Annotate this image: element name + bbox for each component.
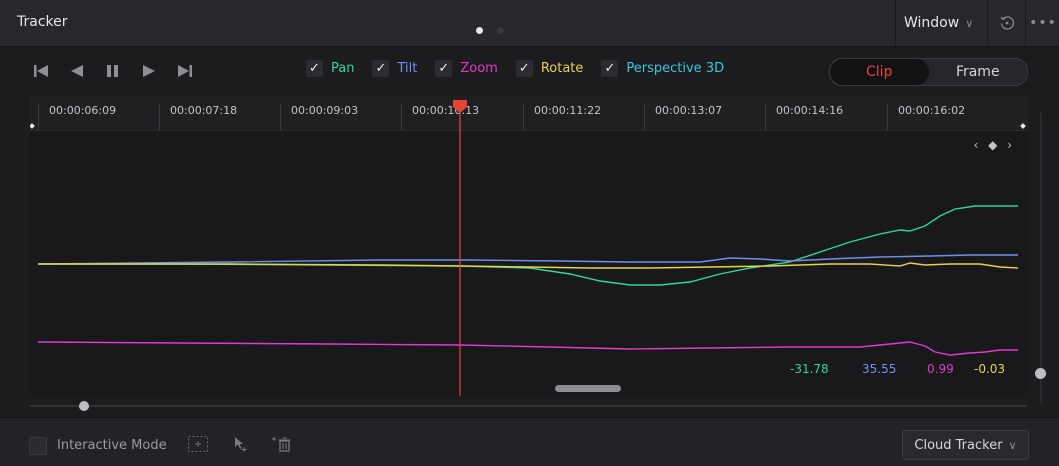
rotate-toggle[interactable]: ✓ Rotate (515, 60, 584, 77)
panel-footer: Interactive Mode Cloud Tracker ∨ (0, 417, 1059, 466)
window-dropdown[interactable]: Window ∨ (895, 0, 987, 46)
pan-curve (38, 205, 1018, 286)
clip-frame-toggle: Clip Frame (829, 58, 1028, 86)
vertical-zoom-track[interactable] (1040, 113, 1042, 403)
zoom-checkbox[interactable]: ✓ (435, 60, 453, 77)
reverse-icon (71, 65, 83, 77)
zoom-toggle[interactable]: ✓ Zoom (435, 60, 498, 77)
skip-to-start-icon (34, 65, 48, 77)
add-point-button[interactable] (228, 432, 252, 456)
rotate-value: -0.03 (974, 362, 1006, 376)
pan-checkbox[interactable]: ✓ (306, 60, 323, 77)
horizontal-zoom-thumb[interactable] (79, 401, 89, 411)
perspective-3d-label: Perspective 3D (626, 61, 725, 76)
more-icon: ••• (1029, 15, 1057, 31)
tracker-panel: Tracker Window ∨ ••• ✓ Pan ✓ Tilt ✓ Zoom… (0, 0, 1059, 466)
horizontal-zoom-track[interactable] (30, 405, 1027, 407)
tilt-curve (37, 254, 1018, 265)
zoom-value: 0.99 (927, 362, 954, 376)
panel-title: Tracker (17, 14, 68, 30)
frame-button[interactable]: Frame (929, 59, 1028, 85)
clip-button[interactable]: Clip (830, 59, 929, 85)
transport-controls (30, 60, 196, 82)
perspective-3d-toggle[interactable]: ✓ Perspective 3D (601, 60, 724, 77)
pointer-add-icon (235, 437, 247, 452)
feature-box-icon (188, 436, 208, 452)
page-indicator (476, 19, 518, 38)
chevron-down-icon: ∨ (1008, 438, 1017, 452)
pause-button[interactable] (102, 60, 124, 82)
play-reverse-button[interactable] (66, 60, 88, 82)
insert-feature-button[interactable] (186, 432, 210, 456)
horizontal-scroll-thumb[interactable] (555, 385, 621, 392)
cloud-tracker-dropdown[interactable]: Cloud Tracker ∨ (902, 430, 1029, 460)
zoom-label: Zoom (460, 61, 498, 76)
pan-label: Pan (331, 61, 355, 76)
chevron-down-icon: ∨ (965, 16, 974, 30)
play-icon (143, 65, 155, 77)
zoom-curve (37, 341, 1018, 356)
cloud-tracker-label: Cloud Tracker (914, 437, 1003, 453)
reset-button[interactable] (987, 0, 1026, 46)
interactive-mode-label: Interactive Mode (57, 438, 167, 453)
skip-to-start-button[interactable] (30, 60, 52, 82)
rotate-checkbox[interactable]: ✓ (515, 60, 533, 77)
playhead-handle[interactable] (453, 100, 467, 113)
trash-icon (272, 437, 291, 452)
pause-icon (107, 65, 118, 77)
pan-toggle[interactable]: ✓ Pan (306, 60, 354, 77)
perspective-3d-checkbox[interactable]: ✓ (601, 60, 619, 77)
vertical-zoom-thumb[interactable] (1035, 368, 1046, 379)
range-start-marker[interactable] (30, 123, 35, 129)
channel-toggles: ✓ Pan ✓ Tilt ✓ Zoom ✓ Rotate ✓ Perspecti… (306, 60, 742, 77)
play-forward-button[interactable] (138, 60, 160, 82)
tilt-checkbox[interactable]: ✓ (372, 60, 390, 77)
tilt-value: 35.55 (862, 362, 897, 376)
window-label: Window (904, 15, 960, 31)
pan-value: -31.78 (790, 362, 829, 376)
page-dot[interactable] (497, 27, 504, 34)
range-end-marker[interactable] (1020, 123, 1026, 129)
rotate-label: Rotate (540, 61, 584, 76)
rotate-curve (38, 262, 1019, 269)
skip-to-end-button[interactable] (174, 60, 196, 82)
panel-header: Tracker Window ∨ ••• (0, 0, 1059, 47)
page-dot-active[interactable] (476, 27, 483, 34)
keyframe-nav[interactable]: ‹ ◆ › (974, 138, 1015, 152)
interactive-mode-checkbox[interactable] (29, 437, 47, 455)
reset-icon (1000, 16, 1015, 30)
delete-points-button[interactable] (270, 432, 294, 456)
more-options-button[interactable]: ••• (1025, 0, 1059, 46)
curve-plot (30, 100, 1026, 396)
tracker-graph[interactable]: 00:00:06:09 00:00:07:18 00:00:09:03 00:0… (30, 96, 1027, 396)
tilt-label: Tilt (397, 61, 418, 76)
tilt-toggle[interactable]: ✓ Tilt (372, 60, 417, 77)
skip-to-end-icon (178, 65, 192, 77)
